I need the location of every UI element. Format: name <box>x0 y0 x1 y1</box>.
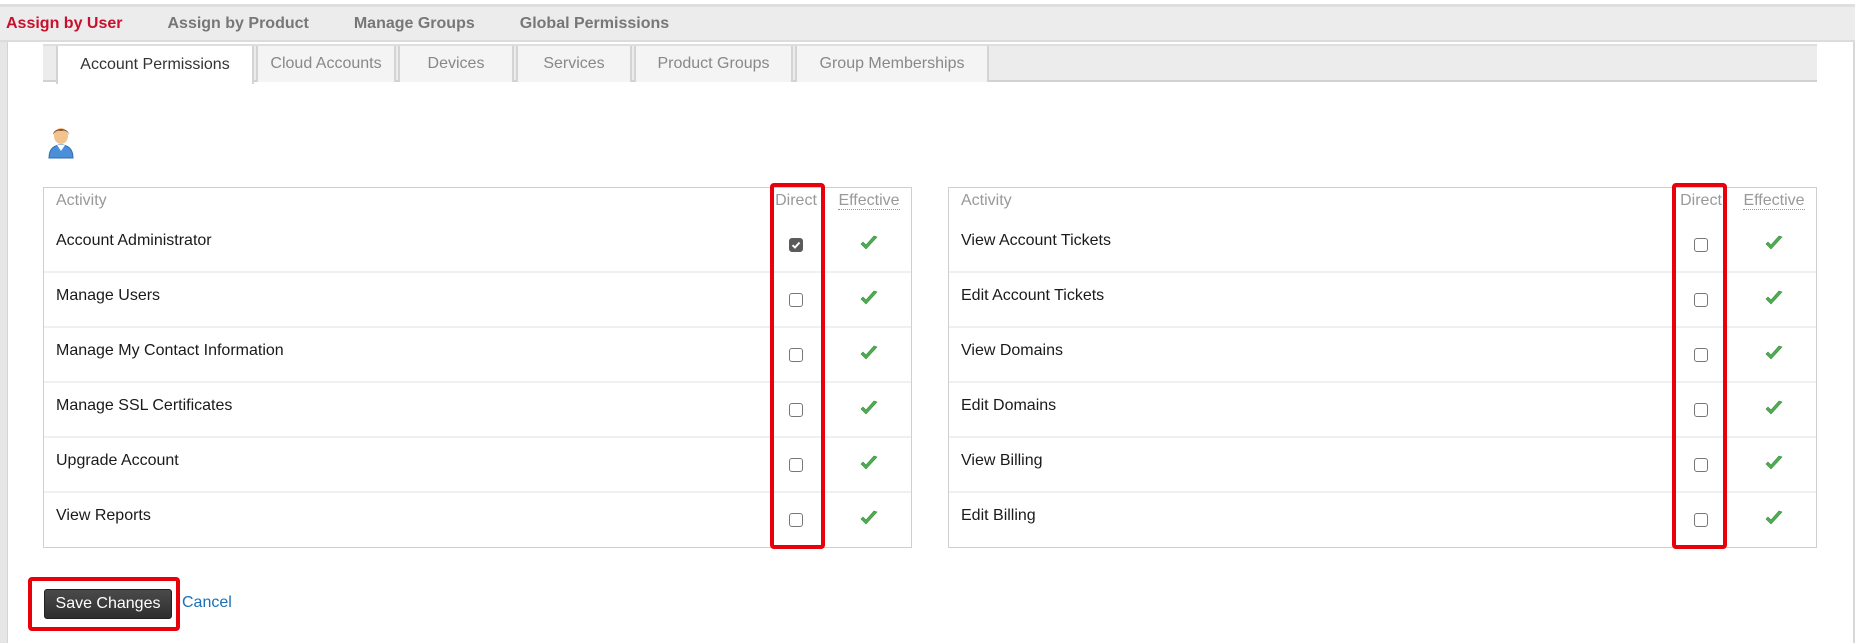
header-activity: Activity <box>961 192 1012 209</box>
top-tab-manage-groups[interactable]: Manage Groups <box>354 15 475 33</box>
header-direct: Direct <box>1680 192 1722 209</box>
direct-checkbox[interactable] <box>1694 293 1708 307</box>
activity-label: Manage Users <box>56 287 161 304</box>
top-tab-assign-by-product[interactable]: Assign by Product <box>167 15 308 33</box>
header-direct: Direct <box>775 192 817 209</box>
permissions-table-right: Activity Direct Effective View Account T… <box>948 187 1817 548</box>
activity-label: View Domains <box>961 342 1063 359</box>
direct-checkbox[interactable] <box>789 238 803 252</box>
sub-tab-bar: Account Permissions Cloud Accounts Devic… <box>43 44 1817 84</box>
effective-check-icon <box>1739 509 1809 527</box>
direct-cell <box>769 348 823 362</box>
table-header: Activity Direct Effective <box>44 188 911 218</box>
direct-cell <box>1674 238 1728 252</box>
table-row: View Account Tickets <box>949 218 1816 273</box>
cancel-link[interactable]: Cancel <box>182 594 232 612</box>
activity-label: Manage My Contact Information <box>56 342 284 359</box>
effective-check-icon <box>834 344 904 362</box>
direct-checkbox[interactable] <box>789 403 803 417</box>
user-avatar-icon <box>46 124 76 160</box>
activity-label: Edit Billing <box>961 507 1036 524</box>
direct-checkbox[interactable] <box>1694 238 1708 252</box>
direct-cell <box>769 403 823 417</box>
tab-cloud-accounts[interactable]: Cloud Accounts <box>256 46 396 82</box>
effective-check-icon <box>834 289 904 307</box>
direct-cell <box>1674 293 1728 307</box>
activity-label: Upgrade Account <box>56 452 179 469</box>
effective-check-icon <box>834 454 904 472</box>
table-row: Edit Billing <box>949 493 1816 548</box>
table-row: Upgrade Account <box>44 438 911 493</box>
left-border-strip <box>0 42 8 643</box>
direct-checkbox[interactable] <box>789 458 803 472</box>
activity-label: View Billing <box>961 452 1043 469</box>
direct-checkbox[interactable] <box>1694 403 1708 417</box>
tab-product-groups[interactable]: Product Groups <box>634 46 793 82</box>
direct-checkbox[interactable] <box>789 348 803 362</box>
top-navigation: Assign by User Assign by Product Manage … <box>0 4 1855 42</box>
header-activity: Activity <box>56 192 107 209</box>
direct-checkbox[interactable] <box>1694 348 1708 362</box>
activity-label: Manage SSL Certificates <box>56 397 233 414</box>
permissions-table-left: Activity Direct Effective Account Admini… <box>43 187 912 548</box>
direct-cell <box>1674 458 1728 472</box>
top-tab-assign-by-user[interactable]: Assign by User <box>6 15 122 33</box>
effective-check-icon <box>1739 399 1809 417</box>
table-row: Manage SSL Certificates <box>44 383 911 438</box>
effective-check-icon <box>1739 234 1809 252</box>
direct-cell <box>1674 348 1728 362</box>
effective-check-icon <box>834 234 904 252</box>
activity-label: Account Administrator <box>56 232 212 249</box>
top-tab-global-permissions[interactable]: Global Permissions <box>520 15 669 33</box>
table-row: View Domains <box>949 328 1816 383</box>
effective-check-icon <box>1739 344 1809 362</box>
direct-checkbox[interactable] <box>789 513 803 527</box>
direct-cell <box>769 513 823 527</box>
direct-checkbox[interactable] <box>1694 513 1708 527</box>
effective-check-icon <box>1739 454 1809 472</box>
activity-label: View Reports <box>56 507 151 524</box>
table-row: Edit Account Tickets <box>949 273 1816 328</box>
table-row: Edit Domains <box>949 383 1816 438</box>
table-row: View Reports <box>44 493 911 548</box>
table-row: Manage Users <box>44 273 911 328</box>
tab-account-permissions[interactable]: Account Permissions <box>56 46 254 84</box>
table-header: Activity Direct Effective <box>949 188 1816 218</box>
direct-cell <box>769 238 823 252</box>
header-effective[interactable]: Effective <box>1739 192 1809 210</box>
table-row: Account Administrator <box>44 218 911 273</box>
direct-checkbox[interactable] <box>1694 458 1708 472</box>
tab-group-memberships[interactable]: Group Memberships <box>795 46 989 82</box>
table-row: View Billing <box>949 438 1816 493</box>
activity-label: Edit Account Tickets <box>961 287 1105 304</box>
tab-devices[interactable]: Devices <box>398 46 514 82</box>
effective-check-icon <box>834 509 904 527</box>
tab-services[interactable]: Services <box>516 46 632 82</box>
save-changes-button[interactable]: Save Changes <box>44 589 172 619</box>
direct-cell <box>769 293 823 307</box>
activity-label: Edit Domains <box>961 397 1057 414</box>
effective-check-icon <box>1739 289 1809 307</box>
direct-cell <box>1674 513 1728 527</box>
activity-label: View Account Tickets <box>961 232 1111 249</box>
table-row: Manage My Contact Information <box>44 328 911 383</box>
direct-checkbox[interactable] <box>789 293 803 307</box>
direct-cell <box>769 458 823 472</box>
header-effective[interactable]: Effective <box>834 192 904 210</box>
direct-cell <box>1674 403 1728 417</box>
effective-check-icon <box>834 399 904 417</box>
